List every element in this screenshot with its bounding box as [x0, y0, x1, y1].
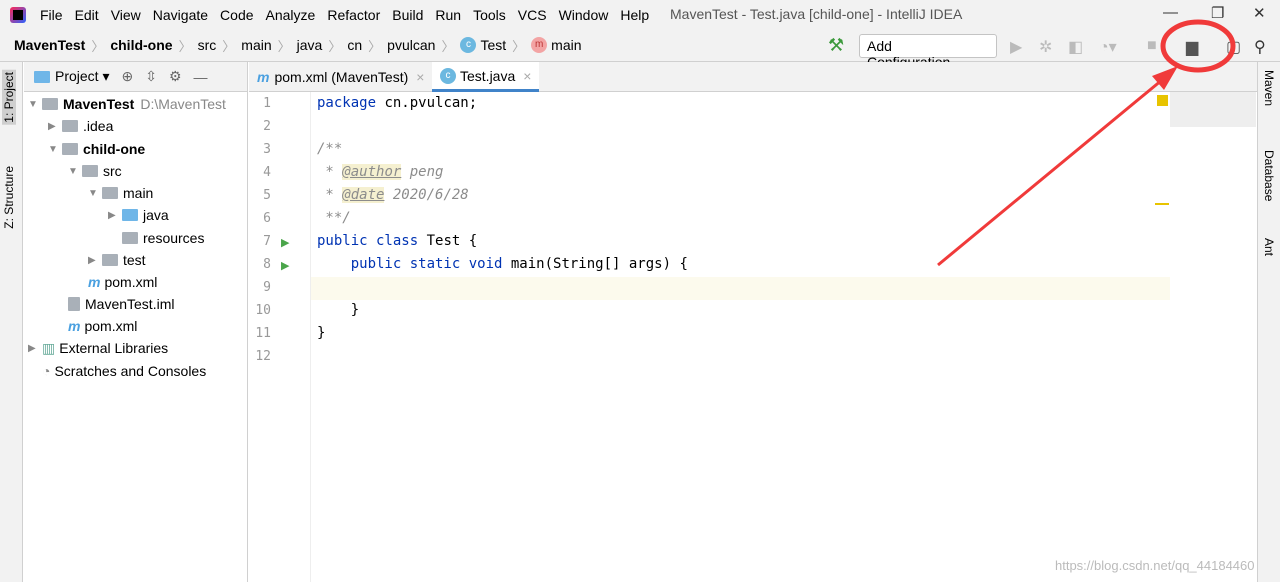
watermark: https://blog.csdn.net/qq_44184460 — [1055, 558, 1255, 573]
arrow-line — [937, 73, 1169, 267]
red-annotation — [937, 19, 1236, 267]
highlight-circle — [1160, 19, 1236, 73]
